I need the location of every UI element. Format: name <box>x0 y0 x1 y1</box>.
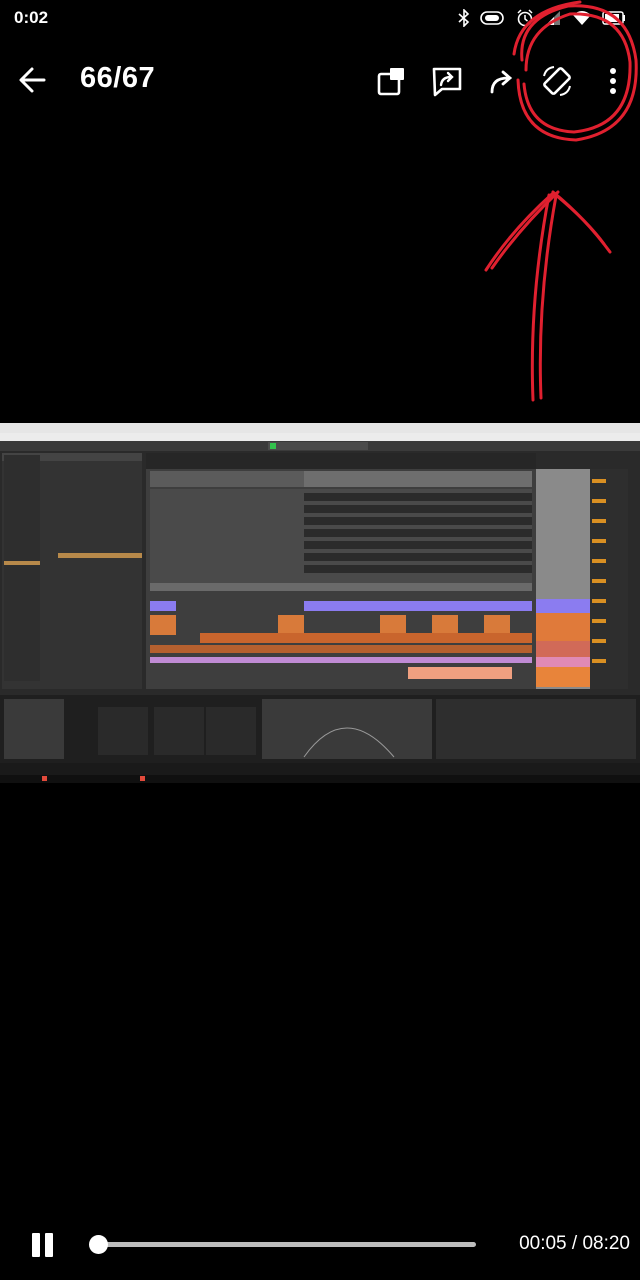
signal-icon <box>546 11 560 25</box>
total-time: 08:20 <box>582 1233 630 1254</box>
back-arrow-icon[interactable] <box>14 62 50 98</box>
video-screenshot-daw <box>0 423 640 783</box>
bluetooth-icon <box>458 9 470 27</box>
add-to-album-icon[interactable] <box>375 64 409 98</box>
video-frame[interactable] <box>0 423 640 783</box>
battery-saver-icon <box>480 11 504 25</box>
time-readout: 00:05 / 08:20 <box>519 1233 630 1254</box>
share-icon[interactable] <box>430 64 464 98</box>
status-bar: 0:02 <box>0 0 640 36</box>
forward-icon[interactable] <box>486 64 520 98</box>
playback-controls: 00:05 / 08:20 <box>0 1210 640 1280</box>
status-time: 0:02 <box>14 8 49 27</box>
pause-button[interactable] <box>28 1230 58 1260</box>
seek-thumb[interactable] <box>88 1235 108 1254</box>
rotate-screen-icon[interactable] <box>540 64 574 98</box>
seek-bar[interactable] <box>88 1235 476 1254</box>
wifi-icon <box>573 11 591 25</box>
top-toolbar: 66/67 <box>0 46 640 114</box>
more-vertical-icon[interactable] <box>596 64 630 98</box>
battery-icon <box>602 11 625 25</box>
pause-icon <box>32 1233 40 1257</box>
status-icons <box>458 8 626 28</box>
image-counter: 66/67 <box>80 62 156 94</box>
alarm-icon <box>517 9 533 27</box>
current-time: 00:05 <box>519 1233 567 1254</box>
